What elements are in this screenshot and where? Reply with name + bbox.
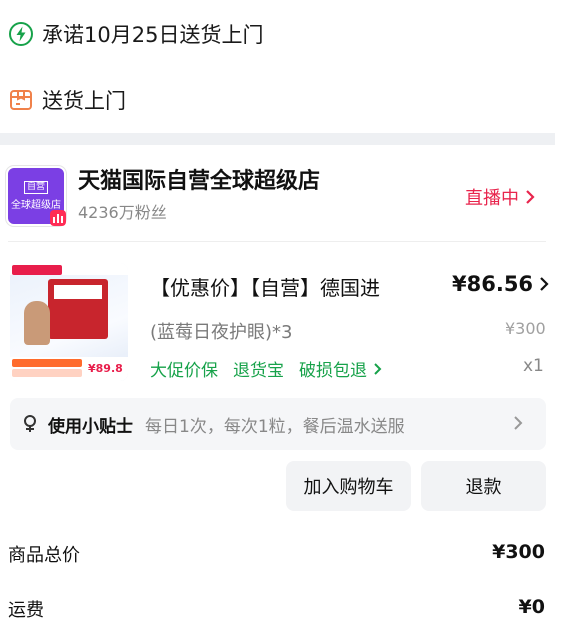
refund-button[interactable]: 退款 [421,461,546,511]
delivery-method-row: 送货上门 [0,68,555,132]
product-image-price: ¥89.8 [88,362,123,375]
live-link[interactable]: 直播中 [465,184,537,210]
tips-icon [24,415,36,432]
product-quantity: x1 [523,356,544,376]
product-title[interactable]: 【优惠价】【自营】德国进 [150,272,380,301]
product-price-value: ¥86.56 [452,272,534,296]
product-variant: (蓝莓日夜护眼)*3 [150,322,293,343]
shipping-label: 运费 [8,600,44,621]
delivery-promise-row: 承诺10月25日送货上门 [0,2,555,66]
chevron-right-icon [540,277,549,291]
shipping-value: ¥0 [518,596,545,618]
add-to-cart-button[interactable]: 加入购物车 [286,461,411,511]
chevron-right-icon [526,190,535,204]
delivery-promise-text: 承诺10月25日送货上门 [42,23,264,47]
service-tag: 破损包退 [299,361,367,381]
shop-name[interactable]: 天猫国际自营全球超级店 [78,163,320,195]
shop-logo-line1: 自营 [23,181,48,194]
tips-text: 每日1次，每次1粒，餐后温水送服 [145,416,405,437]
delivery-method-text: 送货上门 [42,89,126,113]
product-image[interactable]: ¥89.8 [10,263,128,381]
subtotal-label: 商品总价 [8,545,80,566]
chevron-right-icon [514,416,523,430]
service-tags[interactable]: 大促价保 退货宝 破损包退 [150,356,383,381]
subtotal-value: ¥300 [492,541,545,563]
product-price[interactable]: ¥86.56 [452,272,551,296]
product-original-price: ¥300 [505,319,546,338]
live-badge-icon [50,210,66,226]
tips-label: 使用小贴士 [48,416,133,437]
section-divider [0,133,555,145]
usage-tips[interactable]: 使用小贴士 每日1次，每次1粒，餐后温水送服 [10,398,546,450]
service-tag: 大促价保 [150,361,218,381]
shop-logo-line2: 全球超级店 [11,200,61,211]
shop-fans: 4236万粉丝 [78,203,167,222]
service-tag: 退货宝 [233,361,284,381]
lightning-icon [9,22,33,46]
chevron-right-icon [374,362,382,375]
package-icon [10,90,32,110]
shop-divider [8,241,546,242]
live-label: 直播中 [465,188,519,209]
